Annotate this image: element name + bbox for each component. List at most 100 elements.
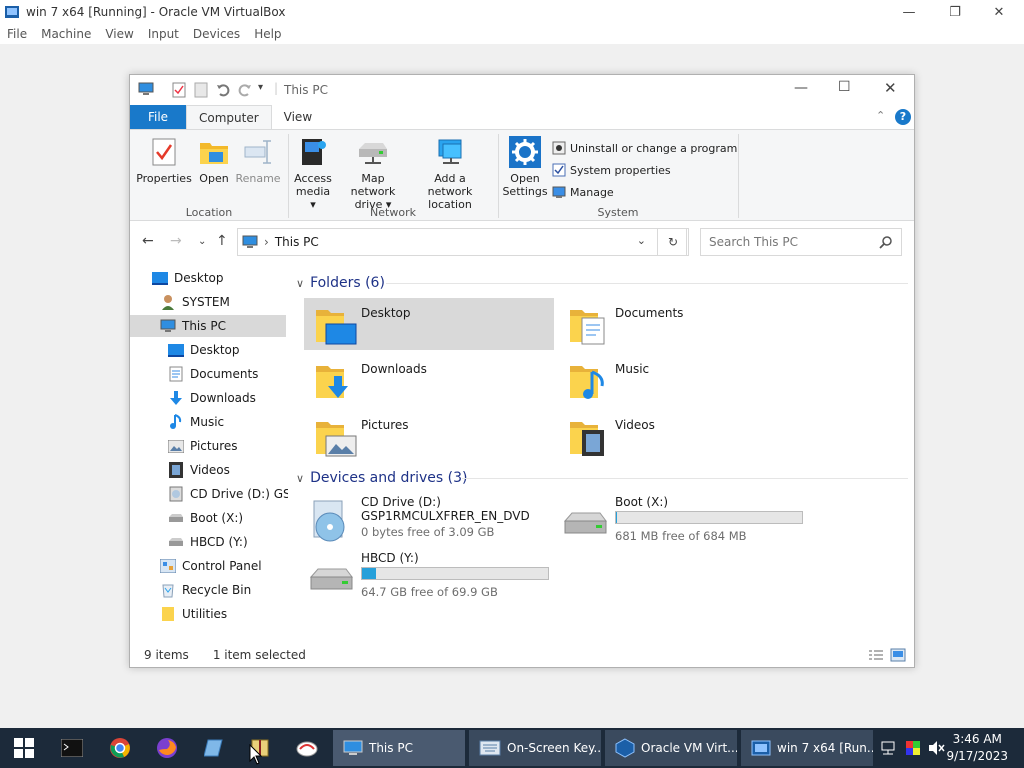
nav-item[interactable]: Downloads <box>168 387 288 409</box>
task-oracle-vm[interactable]: Oracle VM Virt... <box>605 730 737 766</box>
address-bar[interactable]: › This PC ⌄ <box>237 228 687 256</box>
manage-button[interactable]: Manage <box>552 182 614 202</box>
settings-gear-icon <box>509 136 541 168</box>
boot-usage-bar <box>615 511 803 524</box>
properties-button[interactable]: Properties <box>136 136 192 185</box>
terminal-icon[interactable] <box>60 736 84 760</box>
minimize-button[interactable]: — <box>794 80 808 96</box>
refresh-button[interactable]: ↻ <box>657 228 689 256</box>
section-divider <box>462 478 908 479</box>
host-close-button[interactable]: ✕ <box>976 0 1022 24</box>
drive-tile-boot[interactable]: Boot (X:) 681 MB free of 684 MB <box>558 495 808 549</box>
folder-tile-downloads[interactable]: Downloads <box>304 354 554 406</box>
nav-item[interactable]: This PC <box>130 315 286 337</box>
help-icon[interactable]: ? <box>895 109 911 125</box>
open-settings-button[interactable]: Open Settings <box>502 136 548 198</box>
tab-view[interactable]: View <box>272 105 324 129</box>
volume-muted-icon[interactable] <box>928 740 946 756</box>
breadcrumb-this-pc[interactable]: This PC <box>275 235 319 249</box>
firefox-icon[interactable] <box>155 736 179 760</box>
collapse-ribbon-chevron-icon[interactable]: ⌃ <box>876 109 885 122</box>
notepad-icon[interactable] <box>202 736 226 760</box>
back-arrow-icon[interactable]: ← <box>142 233 154 249</box>
nav-item[interactable]: HBCD (Y:) <box>168 531 288 553</box>
breadcrumb-chevron-icon: › <box>264 235 269 249</box>
nav-item[interactable]: Recycle Bin <box>160 579 288 601</box>
nav-item[interactable]: Music <box>168 411 288 433</box>
undo-icon[interactable] <box>216 83 230 97</box>
redo-icon[interactable] <box>238 83 252 97</box>
nav-item[interactable]: Documents <box>168 363 288 385</box>
folder-tile-pictures[interactable]: Pictures <box>304 410 554 462</box>
start-windows-icon[interactable] <box>12 736 36 760</box>
address-dropdown-chevron-icon[interactable]: ⌄ <box>637 234 646 247</box>
rename-button[interactable]: Rename <box>235 136 281 185</box>
maximize-button[interactable]: ☐ <box>838 79 851 95</box>
nav-item[interactable]: Boot (X:) <box>168 507 288 529</box>
task-on-screen-keyboard[interactable]: On-Screen Key... <box>469 730 601 766</box>
color-palette-icon[interactable] <box>905 740 921 756</box>
disk-tool-icon[interactable] <box>295 736 319 760</box>
recent-locations-chevron-icon[interactable]: ⌄ <box>198 236 206 247</box>
explorer-window: ▾ | This PC — ☐ ✕ File Computer View ⌃ ?… <box>129 74 915 668</box>
folder-tile-videos[interactable]: Videos <box>558 410 808 462</box>
host-menu-machine[interactable]: Machine <box>34 27 98 41</box>
properties-small-icon[interactable] <box>172 82 186 98</box>
host-menu-input[interactable]: Input <box>141 27 186 41</box>
details-view-icon[interactable] <box>868 649 884 661</box>
nav-item[interactable]: Utilities <box>160 603 288 625</box>
map-network-drive-button[interactable]: Map network drive ▾ <box>338 136 408 211</box>
task-this-pc[interactable]: This PC <box>333 730 465 766</box>
documents-icon <box>168 366 184 382</box>
keyboard-icon <box>479 740 501 756</box>
host-menu-view[interactable]: View <box>98 27 140 41</box>
host-menu-devices[interactable]: Devices <box>186 27 247 41</box>
forward-arrow-icon[interactable]: → <box>170 233 182 249</box>
chevron-down-icon: ∨ <box>296 276 305 290</box>
window-title: This PC <box>284 83 328 97</box>
nav-item[interactable]: Control Panel <box>160 555 288 577</box>
status-bar: 9 items 1 item selected <box>130 643 914 667</box>
host-minimize-button[interactable]: — <box>886 0 932 24</box>
control-panel-icon <box>160 558 176 574</box>
manage-icon <box>552 186 566 198</box>
nav-item[interactable]: SYSTEM <box>160 291 288 313</box>
host-restore-button[interactable]: ❐ <box>932 0 978 24</box>
tab-file[interactable]: File <box>130 105 186 129</box>
network-icon[interactable] <box>880 740 896 756</box>
add-network-location-button[interactable]: Add a network location <box>412 136 488 211</box>
nav-item[interactable]: Videos <box>168 459 288 481</box>
refresh-icon: ↻ <box>667 235 679 249</box>
drive-tile-hbcd[interactable]: HBCD (Y:) 64.7 GB free of 69.9 GB <box>304 551 554 605</box>
host-menu-file[interactable]: File <box>0 27 34 41</box>
nav-item[interactable]: Desktop <box>168 339 288 361</box>
documents-folder-icon <box>570 310 605 345</box>
clock[interactable]: 3:46 AM 9/17/2023 <box>946 731 1008 765</box>
customize-qat-chevron-icon[interactable]: ▾ <box>258 82 263 93</box>
chrome-icon[interactable] <box>108 736 132 760</box>
nav-item[interactable]: CD Drive (D:) GSP1 <box>168 483 288 505</box>
drive-icon <box>168 534 184 550</box>
folder-tile-music[interactable]: Music <box>558 354 808 406</box>
host-menu-help[interactable]: Help <box>247 27 288 41</box>
up-arrow-icon[interactable]: ↑ <box>216 233 228 249</box>
nav-item[interactable]: Pictures <box>168 435 288 457</box>
tab-computer[interactable]: Computer <box>186 105 272 129</box>
task-win7-vm[interactable]: win 7 x64 [Run... <box>741 730 873 766</box>
nav-item[interactable]: Desktop <box>152 267 288 289</box>
drive-tile-cd[interactable]: CD Drive (D:) GSP1RMCULXFRER_EN_DVD 0 by… <box>304 495 554 549</box>
folder-tile-desktop[interactable]: Desktop <box>304 298 554 350</box>
drive-icon <box>168 510 184 526</box>
large-icons-view-icon[interactable] <box>890 648 906 662</box>
search-input[interactable]: Search This PC <box>700 228 902 256</box>
recycle-bin-icon <box>160 582 176 598</box>
close-button[interactable]: ✕ <box>884 79 897 97</box>
drives-section-header[interactable]: ∨ Devices and drives (3) <box>296 470 467 486</box>
folders-section-header[interactable]: ∨ Folders (6) <box>296 275 385 291</box>
folder-tile-documents[interactable]: Documents <box>558 298 808 350</box>
access-media-button[interactable]: Access media ▾ <box>292 136 334 211</box>
uninstall-program-button[interactable]: Uninstall or change a program <box>552 138 737 158</box>
open-button[interactable]: Open <box>196 136 232 185</box>
system-properties-button[interactable]: System properties <box>552 160 671 180</box>
new-folder-small-icon[interactable] <box>194 82 208 98</box>
